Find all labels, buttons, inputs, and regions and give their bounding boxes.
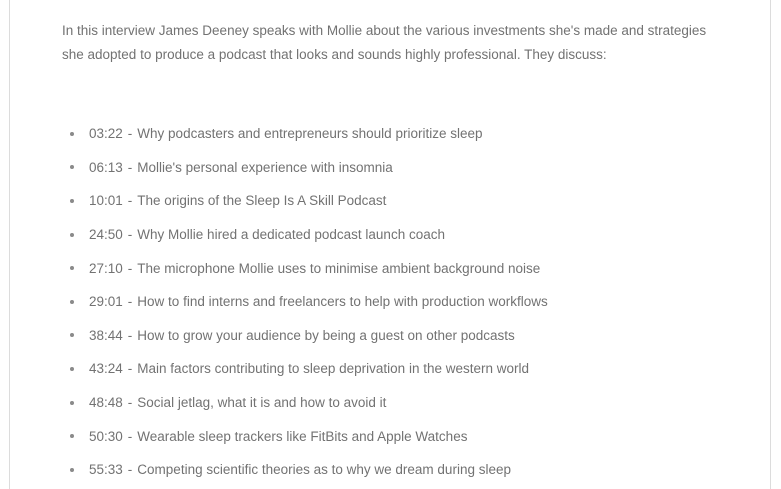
separator: - <box>127 294 133 310</box>
list-item: 03:22 - Why podcasters and entrepreneurs… <box>70 117 750 151</box>
list-item: 38:44 - How to grow your audience by bei… <box>70 319 750 353</box>
separator: - <box>127 227 133 243</box>
bullet-icon <box>70 366 74 371</box>
timestamp: 43:24 <box>89 361 123 377</box>
timestamp: 48:48 <box>89 395 123 411</box>
timestamp: 24:50 <box>89 227 123 243</box>
separator: - <box>127 462 133 478</box>
timestamp: 50:30 <box>89 428 123 444</box>
timestamp: 55:33 <box>89 462 123 478</box>
bullet-icon <box>70 165 74 170</box>
topic-text: Competing scientific theories as to why … <box>137 462 511 478</box>
topic-text: Why Mollie hired a dedicated podcast lau… <box>137 227 445 243</box>
content-panel: In this interview James Deeney speaks wi… <box>9 0 771 489</box>
topic-text: Wearable sleep trackers like FitBits and… <box>137 428 468 444</box>
separator: - <box>127 126 133 142</box>
separator: - <box>127 395 133 411</box>
bullet-icon <box>70 467 74 472</box>
separator: - <box>127 260 133 276</box>
list-item: 55:33 - Competing scientific theories as… <box>70 453 750 487</box>
timestamp: 10:01 <box>89 193 123 209</box>
topic-text: The microphone Mollie uses to minimise a… <box>137 260 541 276</box>
bullet-icon <box>70 198 74 203</box>
list-item: 06:13 - Mollie's personal experience wit… <box>70 151 750 185</box>
bullet-icon <box>70 434 74 439</box>
topic-text: How to grow your audience by being a gue… <box>137 327 515 343</box>
topic-text: Social jetlag, what it is and how to avo… <box>137 395 387 411</box>
bullet-icon <box>70 333 74 338</box>
topic-text: The origins of the Sleep Is A Skill Podc… <box>137 193 387 209</box>
bullet-icon <box>70 232 74 237</box>
topic-text: Mollie's personal experience with insomn… <box>137 159 393 175</box>
timestamp: 27:10 <box>89 260 123 276</box>
list-item: 43:24 - Main factors contributing to sle… <box>70 352 750 386</box>
separator: - <box>127 327 133 343</box>
list-item: 27:10 - The microphone Mollie uses to mi… <box>70 251 750 285</box>
bullet-icon <box>70 400 74 405</box>
timestamp: 03:22 <box>89 126 123 142</box>
separator: - <box>127 428 133 444</box>
bullet-icon <box>70 299 74 304</box>
list-item: 29:01 - How to find interns and freelanc… <box>70 285 750 319</box>
topic-text: Main factors contributing to sleep depri… <box>137 361 530 377</box>
separator: - <box>127 159 133 175</box>
episode-topic-list: 03:22 - Why podcasters and entrepreneurs… <box>70 117 750 487</box>
separator: - <box>127 193 133 209</box>
topic-text: Why podcasters and entrepreneurs should … <box>137 126 483 142</box>
list-item: 10:01 - The origins of the Sleep Is A Sk… <box>70 184 750 218</box>
bullet-icon <box>70 131 74 136</box>
topic-text: How to find interns and freelancers to h… <box>137 294 548 310</box>
intro-paragraph: In this interview James Deeney speaks wi… <box>62 23 707 62</box>
separator: - <box>127 361 133 377</box>
list-item: 50:30 - Wearable sleep trackers like Fit… <box>70 419 750 453</box>
timestamp: 06:13 <box>89 159 123 175</box>
timestamp: 38:44 <box>89 327 123 343</box>
list-item: 24:50 - Why Mollie hired a dedicated pod… <box>70 218 750 252</box>
timestamp: 29:01 <box>89 294 123 310</box>
list-item: 48:48 - Social jetlag, what it is and ho… <box>70 386 750 420</box>
bullet-icon <box>70 266 74 271</box>
